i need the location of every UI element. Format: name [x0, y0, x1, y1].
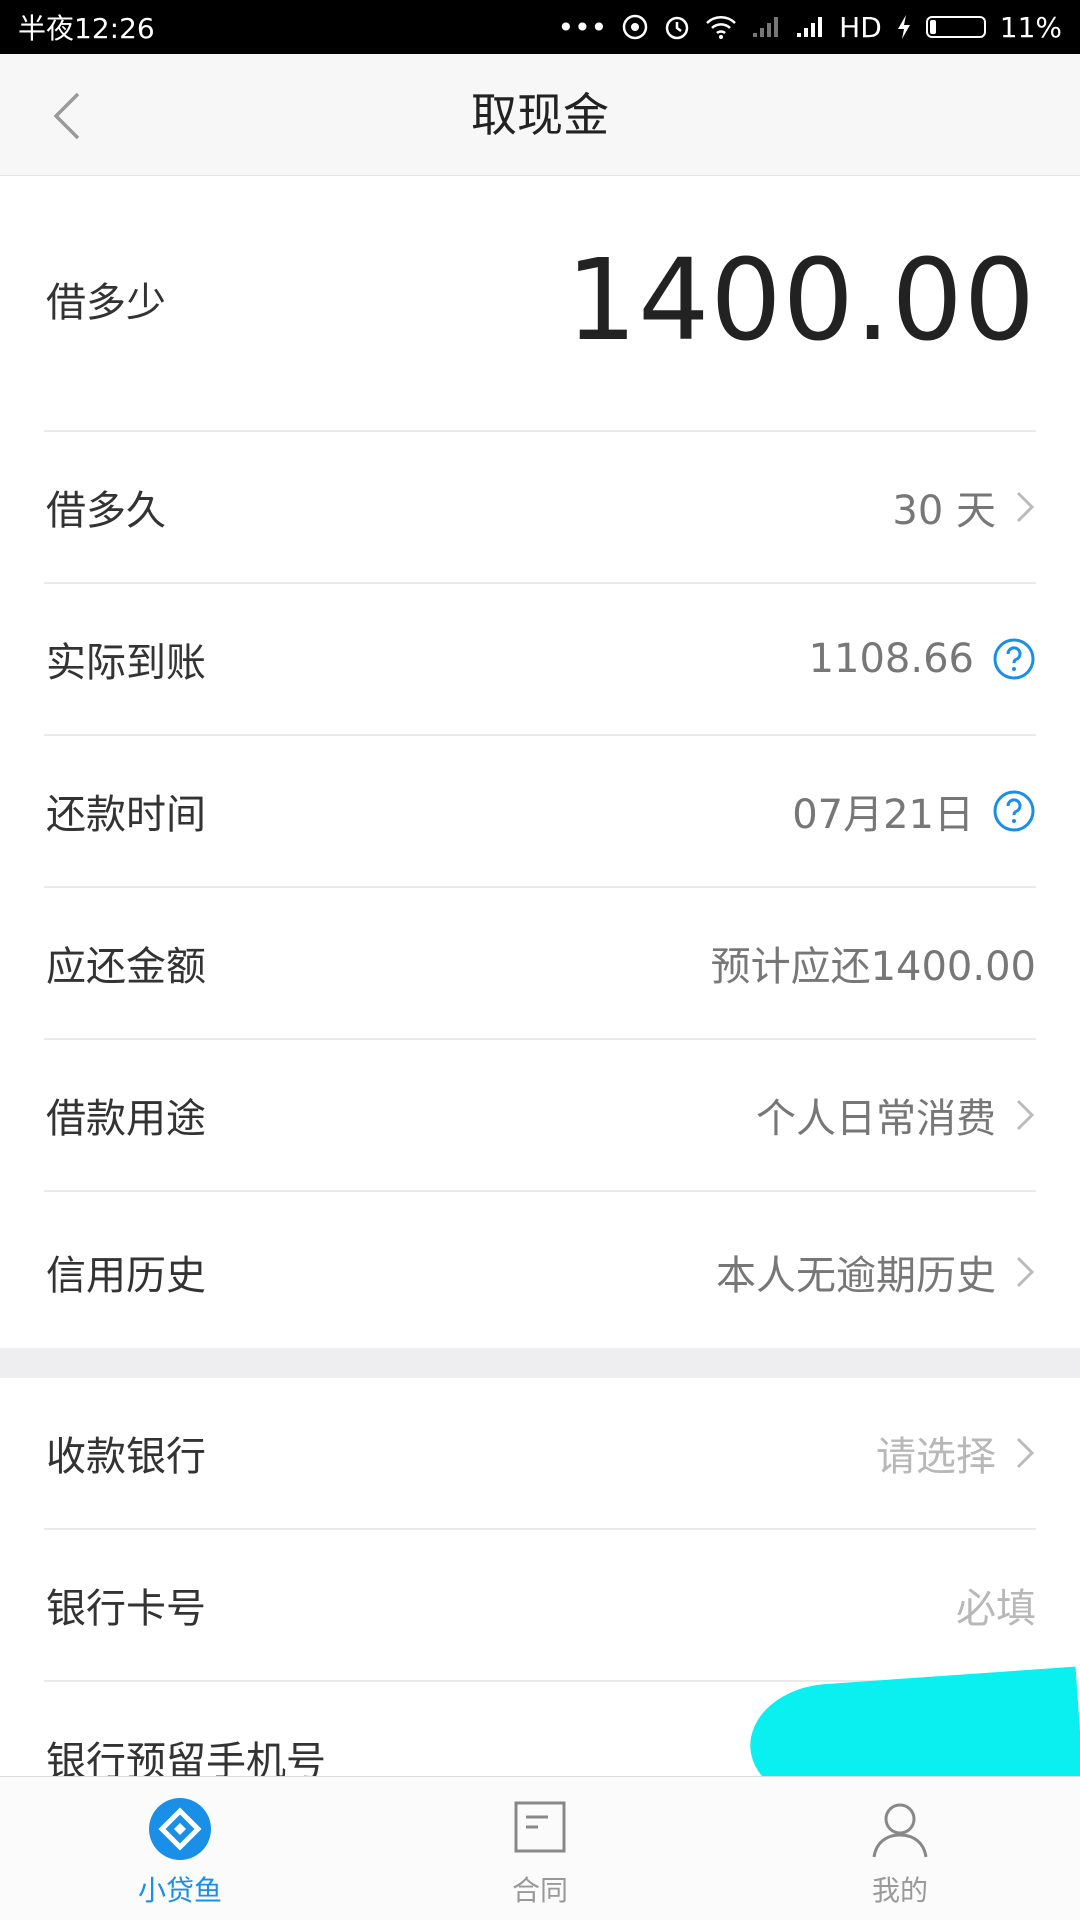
help-icon[interactable] — [992, 789, 1036, 833]
status-bar: 半夜12:26 ••• HD 11% — [0, 0, 1080, 54]
row-loan-term[interactable]: 借多久 30 天 — [44, 432, 1036, 584]
row-repay-amount: 应还金额 预计应还1400.00 — [44, 888, 1036, 1040]
network-type: HD — [839, 10, 882, 44]
row-label: 实际到账 — [46, 640, 206, 686]
amount-label: 借多少 — [46, 280, 166, 326]
row-repay-date: 还款时间 07月21日 — [44, 736, 1036, 888]
tab-label: 小贷鱼 — [137, 1874, 222, 1907]
nav-header: 取现金 — [0, 54, 1080, 176]
battery-percent: 11% — [999, 10, 1062, 44]
amount-row[interactable]: 借多少 1400.00 — [44, 176, 1036, 432]
status-icons: ••• HD 11% — [558, 11, 1062, 44]
row-actual-receipt: 实际到账 1108.66 — [44, 584, 1036, 736]
wifi-icon — [706, 16, 737, 39]
row-value: 1108.66 — [808, 636, 974, 682]
signal-icon — [797, 17, 823, 37]
diamond-logo-icon — [149, 1798, 211, 1860]
user-icon — [872, 1803, 928, 1858]
chevron-right-icon — [1016, 1099, 1035, 1131]
row-receiving-bank[interactable]: 收款银行 请选择 — [44, 1378, 1036, 1530]
signal-icon — [753, 17, 779, 37]
row-loan-purpose[interactable]: 借款用途 个人日常消费 — [44, 1040, 1036, 1192]
battery-icon — [925, 16, 986, 38]
alarm-icon — [665, 16, 689, 40]
card-number-input[interactable]: 必填 — [956, 1576, 1036, 1634]
tab-home[interactable]: 小贷鱼 — [0, 1777, 360, 1920]
row-label: 借款用途 — [46, 1096, 206, 1142]
help-icon[interactable] — [992, 637, 1036, 681]
row-value: 个人日常消费 — [756, 1096, 996, 1142]
row-label: 信用历史 — [46, 1253, 206, 1299]
row-label: 应还金额 — [46, 944, 206, 990]
contract-icon — [514, 1801, 566, 1853]
tab-label: 合同 — [511, 1874, 568, 1907]
more-dots-icon: ••• — [557, 10, 608, 44]
chevron-right-icon — [1016, 1256, 1035, 1288]
tab-label: 我的 — [871, 1874, 928, 1907]
row-value: 本人无逾期历史 — [716, 1253, 996, 1299]
row-label: 收款银行 — [46, 1434, 206, 1480]
hotspot-icon — [622, 14, 648, 40]
section-divider — [0, 1348, 1080, 1378]
row-label: 借多久 — [46, 488, 166, 534]
chevron-right-icon — [1016, 491, 1035, 523]
tab-contract[interactable]: 合同 — [360, 1777, 720, 1920]
tab-bar: 小贷鱼 合同 我的 — [0, 1776, 1080, 1920]
chevron-right-icon — [1016, 1437, 1035, 1469]
row-credit-history[interactable]: 信用历史 本人无逾期历史 — [44, 1196, 1036, 1348]
row-value: 30 天 — [892, 488, 996, 534]
row-label: 还款时间 — [46, 792, 206, 838]
bank-select[interactable]: 请选择 — [876, 1424, 996, 1482]
row-value: 预计应还1400.00 — [710, 944, 1036, 990]
row-value: 07月21日 — [792, 792, 974, 838]
page-title: 取现金 — [471, 88, 609, 142]
tab-mine[interactable]: 我的 — [720, 1777, 1080, 1920]
status-time: 半夜12:26 — [18, 12, 155, 45]
charging-icon — [897, 15, 910, 39]
row-label: 银行卡号 — [46, 1586, 206, 1632]
row-card-number[interactable]: 银行卡号 必填 — [44, 1530, 1036, 1682]
amount-value[interactable]: 1400.00 — [566, 236, 1036, 366]
